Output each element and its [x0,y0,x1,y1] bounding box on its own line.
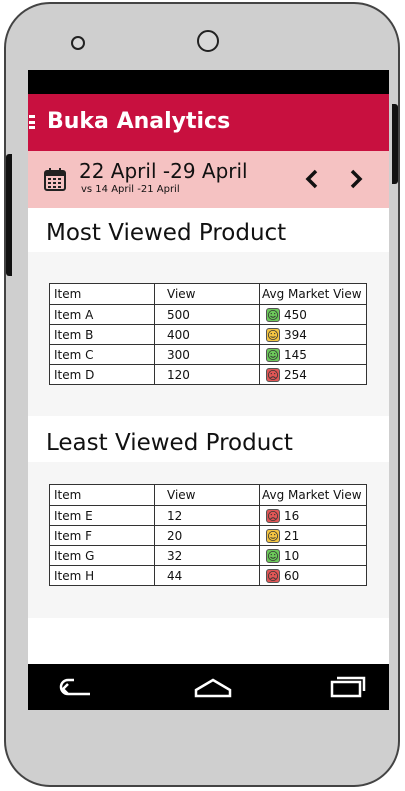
header-view: View [154,283,260,305]
avg-market-value: 16 [284,508,300,523]
table-row[interactable]: Item E 12 16 [49,505,367,526]
cell-item: Item A [49,304,155,325]
date-compare: vs 14 April -21 April [81,184,180,195]
volume-button [6,154,12,276]
cell-avg-market-view: 16 [259,505,367,526]
least-viewed-title: Least Viewed Product [46,430,293,456]
smile-face-icon [266,347,280,362]
least-viewed-table: Item View Avg Market View Item E 12 16 Item… [49,484,367,586]
phone-screen: Buka Analytics 22 April -29 April vs 14 [28,70,389,710]
phone-frame: Buka Analytics 22 April -29 April vs 14 [4,2,400,787]
cell-view: 500 [154,304,260,325]
cell-view: 400 [154,324,260,345]
header-item: Item [49,484,155,506]
power-button [392,104,398,184]
neutral-face-icon [266,327,280,342]
avg-market-value: 450 [284,307,307,322]
cell-avg-market-view: 60 [259,565,367,586]
table-header-row: Item View Avg Market View [49,484,367,506]
avg-market-value: 10 [284,548,300,563]
smile-face-icon [266,307,280,322]
chevron-left-icon[interactable] [302,167,322,191]
table-row[interactable]: Item C 300 145 [49,344,367,365]
table-row[interactable]: Item H 44 60 [49,565,367,586]
header-view: View [154,484,260,506]
header-item: Item [49,283,155,305]
table-row[interactable]: Item B 400 394 [49,324,367,345]
calendar-icon[interactable] [44,167,66,191]
cell-item: Item D [49,364,155,385]
cell-view: 300 [154,344,260,365]
smile-face-icon [266,548,280,563]
cell-item: Item B [49,324,155,345]
avg-market-value: 60 [284,568,300,583]
cell-avg-market-view: 254 [259,364,367,385]
cell-view: 120 [154,364,260,385]
cell-avg-market-view: 394 [259,324,367,345]
table-row[interactable]: Item A 500 450 [49,304,367,325]
header-avg-market-view: Avg Market View [259,484,367,506]
table-row[interactable]: Item D 120 254 [49,364,367,385]
date-range: 22 April -29 April [79,159,248,183]
avg-market-value: 254 [284,367,307,382]
most-viewed-title: Most Viewed Product [46,220,287,246]
app-title: Buka Analytics [47,109,231,134]
most-viewed-table: Item View Avg Market View Item A 500 450 It… [49,283,367,385]
home-icon[interactable] [193,672,233,702]
cell-avg-market-view: 21 [259,525,367,546]
cell-avg-market-view: 145 [259,344,367,365]
cell-item: Item H [49,565,155,586]
cell-view: 32 [154,545,260,566]
cell-item: Item C [49,344,155,365]
cell-item: Item F [49,525,155,546]
back-icon[interactable] [56,672,96,702]
cell-view: 12 [154,505,260,526]
sad-face-icon [266,508,280,523]
cell-avg-market-view: 450 [259,304,367,325]
avg-market-value: 21 [284,528,300,543]
app-viewport: Buka Analytics 22 April -29 April vs 14 [28,94,389,664]
system-nav-bar [28,664,389,710]
table-row[interactable]: Item G 32 10 [49,545,367,566]
most-viewed-panel: Item View Avg Market View Item A 500 450 It… [28,252,389,416]
cell-view: 44 [154,565,260,586]
avg-market-value: 145 [284,347,307,362]
date-range-bar: 22 April -29 April vs 14 April -21 April [28,151,389,208]
table-row[interactable]: Item F 20 21 [49,525,367,546]
header-avg-market-view: Avg Market View [259,283,367,305]
sad-face-icon [266,367,280,382]
app-bar: Buka Analytics [28,94,389,151]
cell-view: 20 [154,525,260,546]
speaker-icon [71,36,85,50]
cell-avg-market-view: 10 [259,545,367,566]
sad-face-icon [266,568,280,583]
cell-item: Item G [49,545,155,566]
camera-icon [197,30,219,52]
neutral-face-icon [266,528,280,543]
table-header-row: Item View Avg Market View [49,283,367,305]
chevron-right-icon[interactable] [346,167,366,191]
avg-market-value: 394 [284,327,307,342]
recent-apps-icon[interactable] [328,672,368,702]
cell-item: Item E [49,505,155,526]
menu-icon[interactable] [29,115,35,129]
least-viewed-panel: Item View Avg Market View Item E 12 16 Item… [28,462,389,618]
